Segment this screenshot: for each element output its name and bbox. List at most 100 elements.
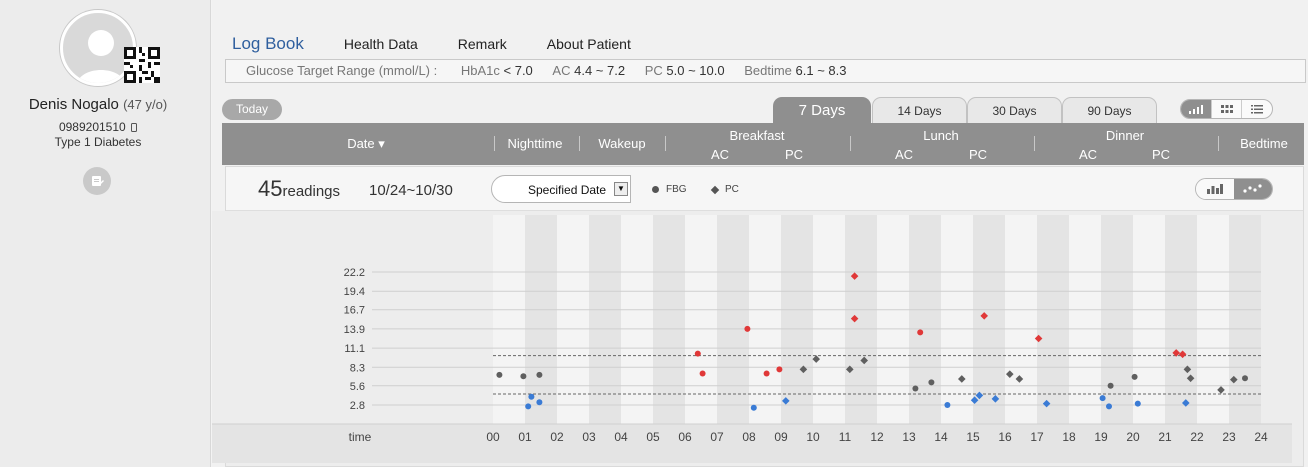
scatter-chart-button[interactable] — [1234, 179, 1272, 199]
col-lunch-pc: PC — [968, 147, 988, 162]
y-tick-label: 13.9 — [344, 324, 365, 336]
bar-chart-icon — [1207, 184, 1223, 194]
hour-band — [717, 215, 749, 424]
col-date[interactable]: Date ▾ — [326, 136, 406, 152]
scatter-dots-icon — [1243, 184, 1262, 193]
hour-band — [1069, 215, 1101, 424]
fbg-reading-point[interactable] — [694, 350, 701, 357]
readings-label: readings — [282, 183, 341, 200]
nav-tabs: Log Book Health Data Remark About Patien… — [232, 34, 671, 54]
fbg-reading-point[interactable] — [750, 404, 757, 411]
col-dinner-ac: AC — [1078, 147, 1098, 162]
x-tick-label: 23 — [1222, 430, 1236, 444]
x-axis-title: time — [349, 430, 372, 444]
hour-band — [749, 215, 781, 424]
list-view-button[interactable] — [1241, 100, 1272, 118]
hour-band — [1037, 215, 1069, 424]
hour-band — [1133, 215, 1165, 424]
readings-count-line: 45readings — [258, 176, 340, 202]
hour-band — [525, 215, 557, 424]
tab-90-days[interactable]: 90 Days — [1062, 97, 1157, 123]
today-button[interactable]: Today — [222, 99, 282, 120]
fbg-reading-point[interactable] — [699, 370, 706, 377]
fbg-reading-point[interactable] — [1242, 375, 1248, 382]
col-lunch: Lunch — [923, 128, 959, 143]
hour-band — [621, 215, 653, 424]
tab-14-days[interactable]: 14 Days — [872, 97, 967, 123]
hour-band — [1101, 215, 1133, 424]
hour-band — [653, 215, 685, 424]
y-tick-label: 11.1 — [344, 343, 365, 355]
x-tick-label: 10 — [806, 430, 820, 444]
patient-note-button[interactable] — [83, 167, 111, 195]
hour-band — [877, 215, 909, 424]
fbg-reading-point[interactable] — [776, 366, 783, 373]
specified-date-select[interactable]: Specified Date ▼ — [491, 175, 631, 203]
x-tick-label: 13 — [902, 430, 916, 444]
fbg-reading-point[interactable] — [536, 399, 543, 406]
fbg-reading-point[interactable] — [536, 371, 543, 378]
chart-view-button[interactable] — [1181, 100, 1211, 118]
col-wakeup: Wakeup — [598, 136, 646, 151]
hour-band — [589, 215, 621, 424]
bar-chart-icon — [1188, 104, 1203, 114]
col-breakfast-ac: AC — [710, 147, 730, 162]
grid-view-button[interactable] — [1210, 100, 1242, 118]
fbg-reading-point[interactable] — [1107, 382, 1114, 389]
y-tick-label: 16.7 — [344, 305, 365, 317]
pc-value: 5.0 ~ 10.0 — [666, 63, 725, 78]
fbg-reading-point[interactable] — [912, 385, 919, 392]
fbg-reading-point[interactable] — [1134, 400, 1141, 407]
tab-remark[interactable]: Remark — [458, 36, 507, 52]
grid-icon — [1220, 104, 1233, 113]
fbg-reading-point[interactable] — [496, 371, 503, 378]
hour-band — [973, 215, 1005, 424]
tab-about-patient[interactable]: About Patient — [547, 36, 631, 52]
hour-band — [1197, 215, 1229, 424]
legend-pc: PC — [710, 184, 739, 195]
hba1c-label: HbA1c — [460, 63, 500, 78]
x-tick-label: 17 — [1030, 430, 1044, 444]
x-tick-label: 19 — [1094, 430, 1108, 444]
dropdown-arrow-icon[interactable]: ▼ — [614, 182, 628, 196]
mobile-phone-icon — [131, 123, 138, 132]
readings-count: 45 — [258, 176, 283, 201]
x-tick-label: 14 — [934, 430, 948, 444]
legend-pc-label: PC — [725, 184, 739, 195]
x-tick-label: 01 — [518, 430, 532, 444]
hour-band — [685, 215, 717, 424]
fbg-reading-point[interactable] — [744, 325, 751, 332]
fbg-reading-point[interactable] — [917, 329, 924, 336]
col-divider — [494, 136, 495, 151]
tab-health-data[interactable]: Health Data — [344, 36, 418, 52]
fbg-reading-point[interactable] — [1131, 373, 1138, 380]
x-tick-label: 00 — [486, 430, 500, 444]
fbg-reading-point[interactable] — [1099, 395, 1106, 402]
x-tick-label: 05 — [646, 430, 660, 444]
qr-code-icon[interactable] — [124, 47, 160, 83]
col-lunch-ac: AC — [894, 147, 914, 162]
fbg-reading-point[interactable] — [528, 393, 535, 400]
fbg-reading-point[interactable] — [520, 373, 527, 380]
fbg-reading-point[interactable] — [525, 403, 532, 410]
col-divider — [579, 136, 580, 151]
tab-log-book[interactable]: Log Book — [232, 34, 304, 54]
y-tick-label: 2.8 — [350, 400, 365, 412]
hba1c-value: < 7.0 — [503, 63, 533, 78]
fbg-reading-point[interactable] — [944, 402, 951, 408]
tab-30-days[interactable]: 30 Days — [967, 97, 1062, 123]
patient-phone-line: 0989201510 — [0, 120, 196, 134]
tab-7-days[interactable]: 7 Days — [773, 97, 871, 124]
bar-chart-button[interactable] — [1196, 179, 1234, 199]
x-tick-label: 08 — [742, 430, 756, 444]
y-tick-label: 5.6 — [350, 381, 365, 393]
fbg-reading-point[interactable] — [1106, 403, 1112, 410]
x-tick-label: 03 — [582, 430, 596, 444]
x-tick-label: 02 — [550, 430, 564, 444]
x-tick-label: 15 — [966, 430, 980, 444]
fbg-reading-point[interactable] — [928, 379, 935, 386]
fbg-reading-point[interactable] — [763, 370, 770, 377]
x-tick-label: 11 — [839, 430, 852, 444]
y-tick-label: 22.2 — [344, 267, 365, 279]
x-tick-label: 16 — [998, 430, 1012, 444]
